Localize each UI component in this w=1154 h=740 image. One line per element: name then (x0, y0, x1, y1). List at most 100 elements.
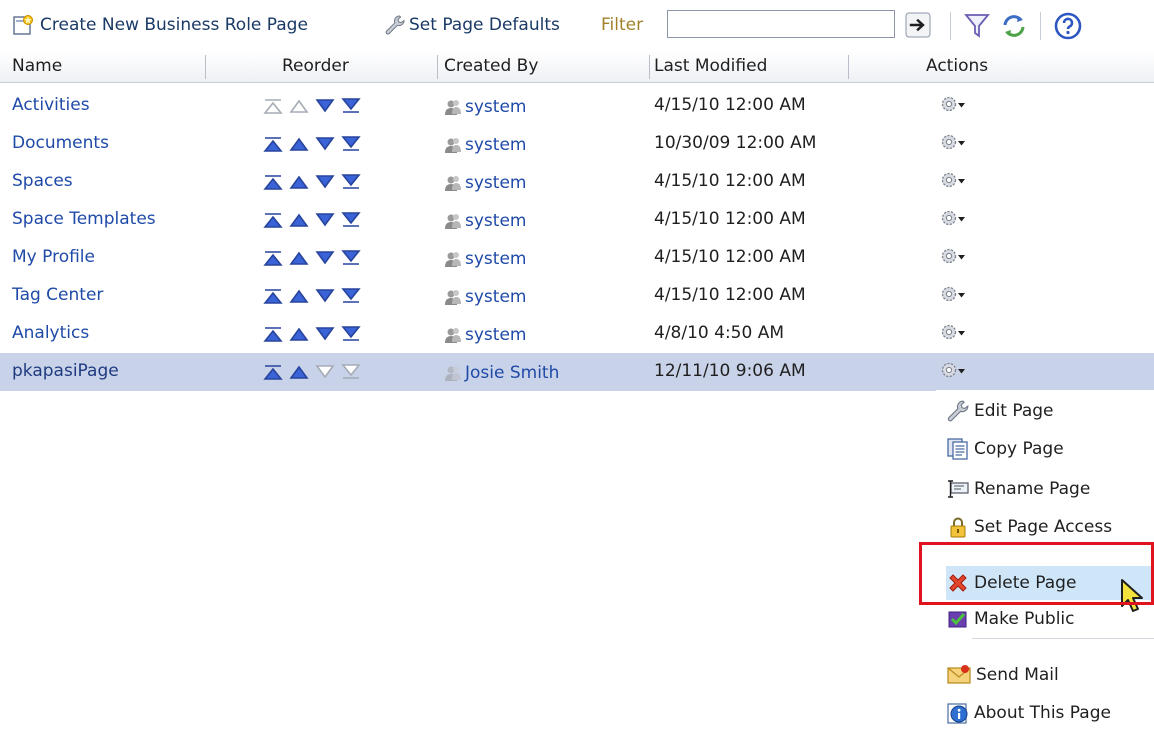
actions-menu-button[interactable] (940, 323, 974, 343)
created-by-cell[interactable]: system (444, 97, 526, 117)
move-up-icon[interactable] (288, 324, 310, 344)
created-by-cell[interactable]: system (444, 249, 526, 269)
move-to-top-icon[interactable] (262, 210, 284, 230)
create-new-business-role-page-button[interactable]: Create New Business Role Page (12, 10, 308, 40)
filter-input[interactable] (667, 10, 895, 38)
table-row[interactable]: pkapasiPage Josie Smith 12/11/10 9:06 AM (0, 353, 1154, 391)
wrench-icon (384, 14, 406, 36)
move-to-top-icon[interactable] (262, 362, 284, 382)
created-by-cell[interactable]: Josie Smith (444, 363, 559, 383)
table-row[interactable]: Analytics system 4/8/10 4:50 AM (0, 315, 1154, 353)
move-up-icon[interactable] (288, 134, 310, 154)
menu-item-send-mail[interactable]: Send Mail (946, 658, 1154, 692)
table-row[interactable]: Spaces system 4/15/10 12:00 AM (0, 163, 1154, 201)
filter-funnel-button[interactable] (964, 12, 990, 40)
move-up-icon[interactable] (288, 248, 310, 268)
last-modified-cell: 4/15/10 12:00 AM (654, 95, 806, 115)
table-row[interactable]: Tag Center system 4/15/10 12:00 AM (0, 277, 1154, 315)
table-row[interactable]: Activities system 4/15/10 12:00 AM (0, 87, 1154, 125)
move-to-bottom-icon[interactable] (340, 248, 362, 268)
help-button[interactable] (1054, 12, 1082, 40)
menu-item-set-page-access[interactable]: Set Page Access (946, 510, 1154, 544)
actions-menu-button[interactable] (940, 133, 974, 153)
actions-menu-button[interactable] (940, 209, 974, 229)
page-name-link[interactable]: Tag Center (12, 285, 103, 305)
menu-item-make-public[interactable]: Make Public (946, 602, 1154, 636)
gear-dropdown-icon (941, 134, 965, 150)
move-down-icon[interactable] (314, 172, 336, 192)
created-by-cell[interactable]: system (444, 211, 526, 231)
gear-dropdown-icon (941, 210, 965, 226)
move-to-bottom-icon[interactable] (340, 96, 362, 116)
menu-item-edit-page[interactable]: Edit Page (946, 394, 1154, 428)
move-down-icon[interactable] (314, 134, 336, 154)
page-name-link[interactable]: Space Templates (12, 209, 156, 229)
column-resize-handle[interactable] (205, 55, 206, 79)
actions-menu-button[interactable] (940, 285, 974, 305)
move-to-top-icon[interactable] (262, 248, 284, 268)
move-down-icon[interactable] (314, 248, 336, 268)
move-to-bottom-icon[interactable] (340, 172, 362, 192)
created-by-cell[interactable]: system (444, 173, 526, 193)
column-header-created-by[interactable]: Created By (444, 56, 538, 76)
move-to-top-icon[interactable] (262, 286, 284, 306)
move-to-bottom-icon[interactable] (340, 134, 362, 154)
created-by-name: system (465, 249, 527, 269)
menu-item-label: Send Mail (976, 665, 1059, 685)
move-up-icon[interactable] (288, 362, 310, 382)
refresh-button[interactable] (1000, 12, 1028, 40)
set-page-defaults-button[interactable]: Set Page Defaults (384, 10, 560, 40)
created-by-name: system (465, 135, 527, 155)
move-up-icon[interactable] (288, 286, 310, 306)
lock-icon (946, 515, 970, 539)
move-to-bottom-icon[interactable] (340, 286, 362, 306)
actions-menu-button[interactable] (940, 95, 974, 115)
last-modified-cell: 4/15/10 12:00 AM (654, 285, 806, 305)
gear-dropdown-icon (941, 248, 965, 264)
move-to-top-icon[interactable] (262, 172, 284, 192)
page-name-link[interactable]: pkapasiPage (12, 361, 119, 381)
menu-item-about-this-page[interactable]: About This Page (946, 696, 1154, 730)
page-name-link[interactable]: Analytics (12, 323, 89, 343)
menu-item-rename-page[interactable]: Rename Page (946, 472, 1154, 506)
menu-item-label: Copy Page (974, 439, 1064, 459)
created-by-cell[interactable]: system (444, 287, 526, 307)
created-by-cell[interactable]: system (444, 135, 526, 155)
column-header-last-modified[interactable]: Last Modified (654, 56, 767, 76)
menu-item-copy-page[interactable]: Copy Page (946, 432, 1154, 466)
checkbox-icon (946, 607, 970, 631)
go-button[interactable] (905, 12, 931, 38)
move-up-icon[interactable] (288, 210, 310, 230)
column-header-actions: Actions (926, 56, 989, 76)
page-name-link[interactable]: Activities (12, 95, 90, 115)
column-resize-handle[interactable] (848, 55, 849, 79)
column-resize-handle[interactable] (649, 55, 650, 79)
created-by-name: system (465, 173, 527, 193)
reorder-controls (262, 248, 362, 268)
move-to-top-icon[interactable] (262, 324, 284, 344)
move-to-top-icon[interactable] (262, 134, 284, 154)
created-by-name: system (465, 211, 527, 231)
page-name-link[interactable]: Documents (12, 133, 109, 153)
actions-menu-button[interactable] (940, 247, 974, 267)
move-to-bottom-icon[interactable] (340, 210, 362, 230)
user-icon (445, 290, 461, 305)
column-header-name[interactable]: Name (12, 56, 62, 76)
annotation-highlight-box (919, 542, 1154, 605)
move-up-icon[interactable] (288, 172, 310, 192)
table-row[interactable]: My Profile system 4/15/10 12:00 AM (0, 239, 1154, 277)
move-down-icon[interactable] (314, 210, 336, 230)
move-down-icon[interactable] (314, 324, 336, 344)
move-to-bottom-icon[interactable] (340, 324, 362, 344)
page-name-link[interactable]: Spaces (12, 171, 73, 191)
column-resize-handle[interactable] (437, 55, 438, 79)
created-by-cell[interactable]: system (444, 325, 526, 345)
table-row[interactable]: Documents system 10/30/09 12:00 AM (0, 125, 1154, 163)
table-row[interactable]: Space Templates system 4/15/10 12:00 AM (0, 201, 1154, 239)
move-down-icon[interactable] (314, 96, 336, 116)
page-name-link[interactable]: My Profile (12, 247, 95, 267)
wrench-icon (946, 399, 970, 423)
move-down-icon[interactable] (314, 286, 336, 306)
actions-menu-button[interactable] (940, 361, 974, 381)
actions-menu-button[interactable] (940, 171, 974, 191)
